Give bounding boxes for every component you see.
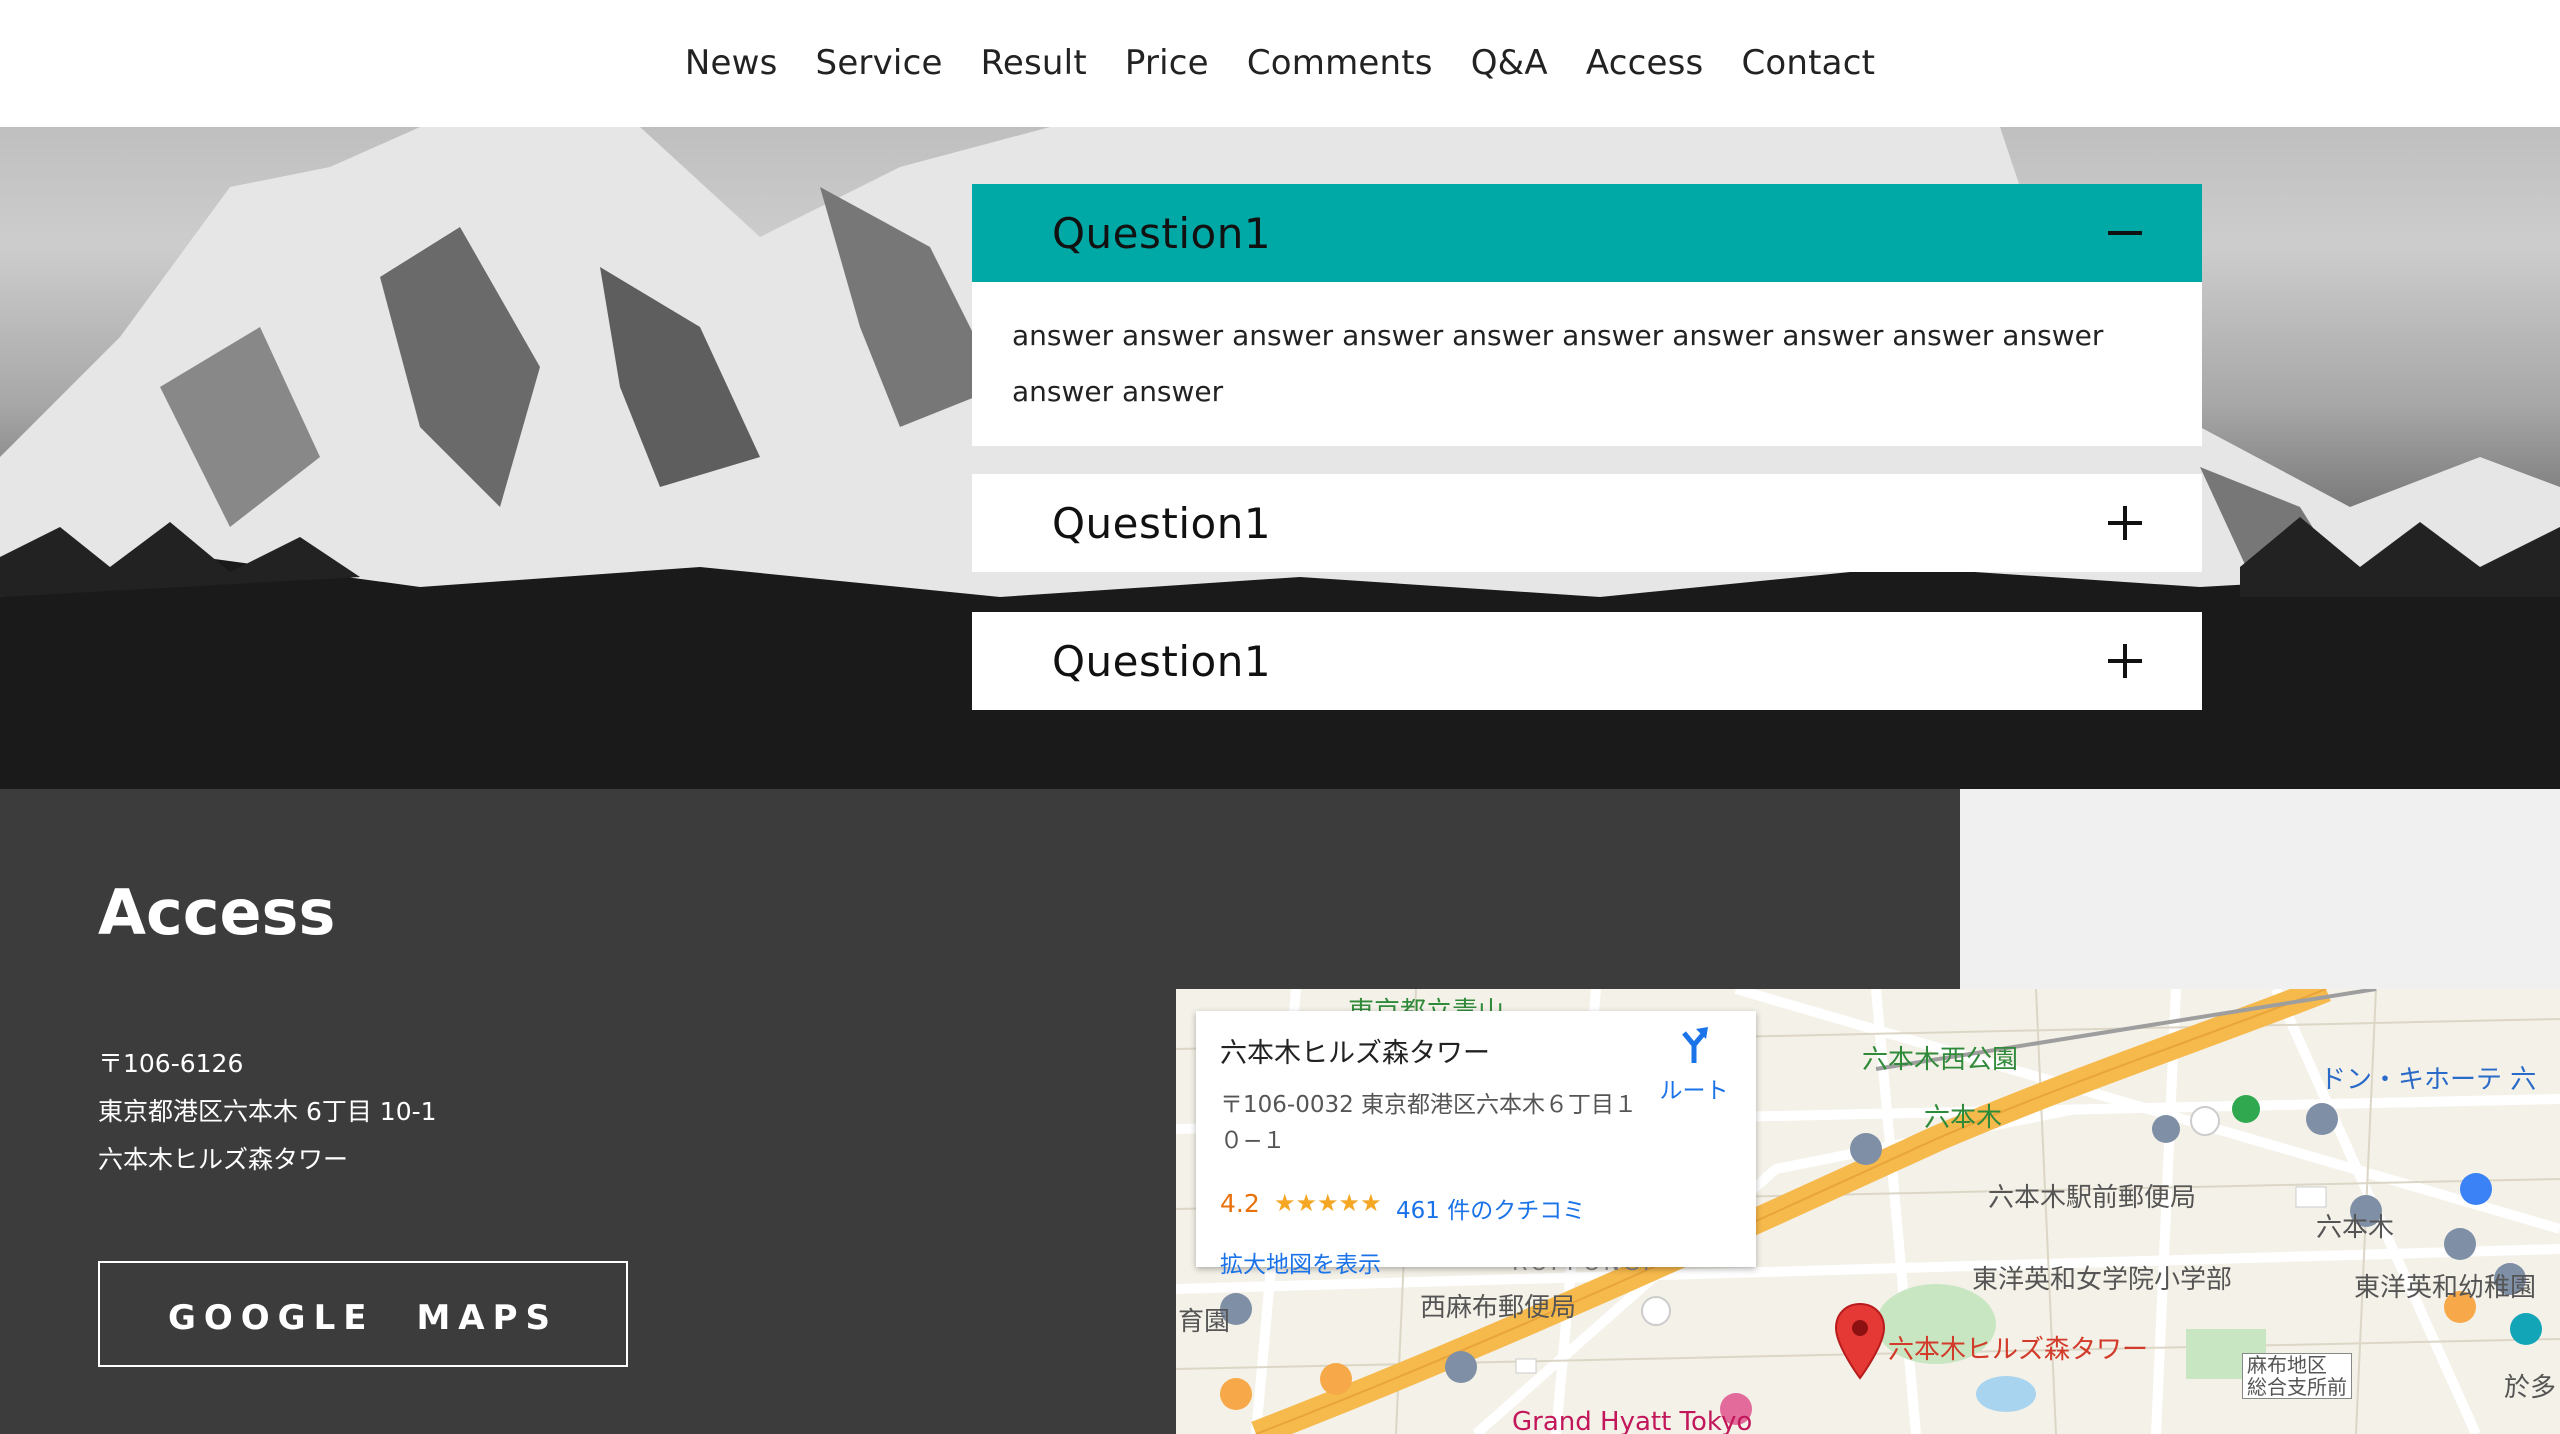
plus-icon[interactable] [2108,506,2142,540]
map-route-label: ルート [1659,1078,1729,1104]
faq-question-2[interactable]: Question1 [972,474,2202,572]
global-nav: News Service Result Price Comments Q&A A… [0,0,2560,126]
faq-answer-1: answer answer answer answer answer answe… [972,282,2202,446]
map-reviews-link[interactable]: 461 件のクチコミ [1396,1191,1585,1225]
directions-icon [1682,1027,1708,1063]
map-label: Grand Hyatt Tokyo [1512,1407,1753,1434]
map-label: ドン・キホーテ 六 [2320,1065,2537,1095]
nav-news[interactable]: News [685,43,778,83]
nav-result[interactable]: Result [981,43,1087,83]
minus-icon[interactable] [2108,216,2142,250]
access-address: 東京都港区六本木 6丁目 10-1 [98,1097,437,1126]
access-postal: 〒106-6126 [98,1049,244,1078]
nav-comments[interactable]: Comments [1247,43,1433,83]
map-label: 西麻布郵便局 [1420,1293,1577,1323]
map-route-button[interactable]: ルート [1644,1025,1744,1105]
faq-question-text: Question1 [1052,636,1272,686]
star-rating-icon: ★★★★★ [1274,1189,1382,1217]
faq-question-1[interactable]: Question1 [972,184,2202,282]
nav-access[interactable]: Access [1586,43,1704,83]
map-label: 六本木 [2316,1213,2395,1243]
map-label: 於多 [2504,1373,2557,1403]
access-title: Access [98,876,336,949]
map-place-address: 〒106-0032 東京都港区六本木６丁目１０−１ [1220,1092,1638,1154]
map-rating: 4.2 [1220,1189,1260,1218]
nav-contact[interactable]: Contact [1741,43,1875,83]
plus-icon[interactable] [2108,644,2142,678]
access-building: 六本木ヒルズ森タワー [98,1145,349,1174]
nav-price[interactable]: Price [1125,43,1209,83]
faq-question-text: Question1 [1052,208,1272,258]
map-place-name: 六本木ヒルズ森タワー [1220,1038,1490,1069]
map-label: 東洋英和幼稚園 [2354,1273,2537,1303]
map-label: 六本木 [1924,1103,2003,1133]
map-label: 六本木西公園 [1862,1045,2019,1075]
faq-item-2: Question1 [972,474,2202,572]
google-maps-button[interactable]: GOOGLE MAPS [98,1261,628,1367]
map-pin-icon[interactable] [1834,1302,1886,1380]
embedded-map[interactable]: 東京都立青山 六本木西公園 六本木 ドン・キホーテ 六 六本木駅前郵便局 六本木… [1176,989,2560,1434]
map-label: 東洋英和女学院小学部 [1972,1265,2233,1295]
map-label: 麻布地区 総合支所前 [2242,1353,2352,1399]
map-view-larger-link[interactable]: 拡大地図を表示 [1220,1245,1381,1279]
faq-item-3: Question1 [972,612,2202,710]
map-label: 六本木ヒルズ森タワー [1888,1335,2149,1365]
faq-question-text: Question1 [1052,498,1272,548]
map-info-window: 六本木ヒルズ森タワー 〒106-0032 東京都港区六本木６丁目１０−１ ルート… [1196,1011,1756,1278]
map-label: 育園 [1178,1307,1231,1337]
map-label: 六本木駅前郵便局 [1988,1183,2197,1213]
faq-question-3[interactable]: Question1 [972,612,2202,710]
nav-qa[interactable]: Q&A [1471,43,1548,83]
faq-item-1: Question1 answer answer answer answer an… [972,184,2202,446]
nav-service[interactable]: Service [816,43,943,83]
